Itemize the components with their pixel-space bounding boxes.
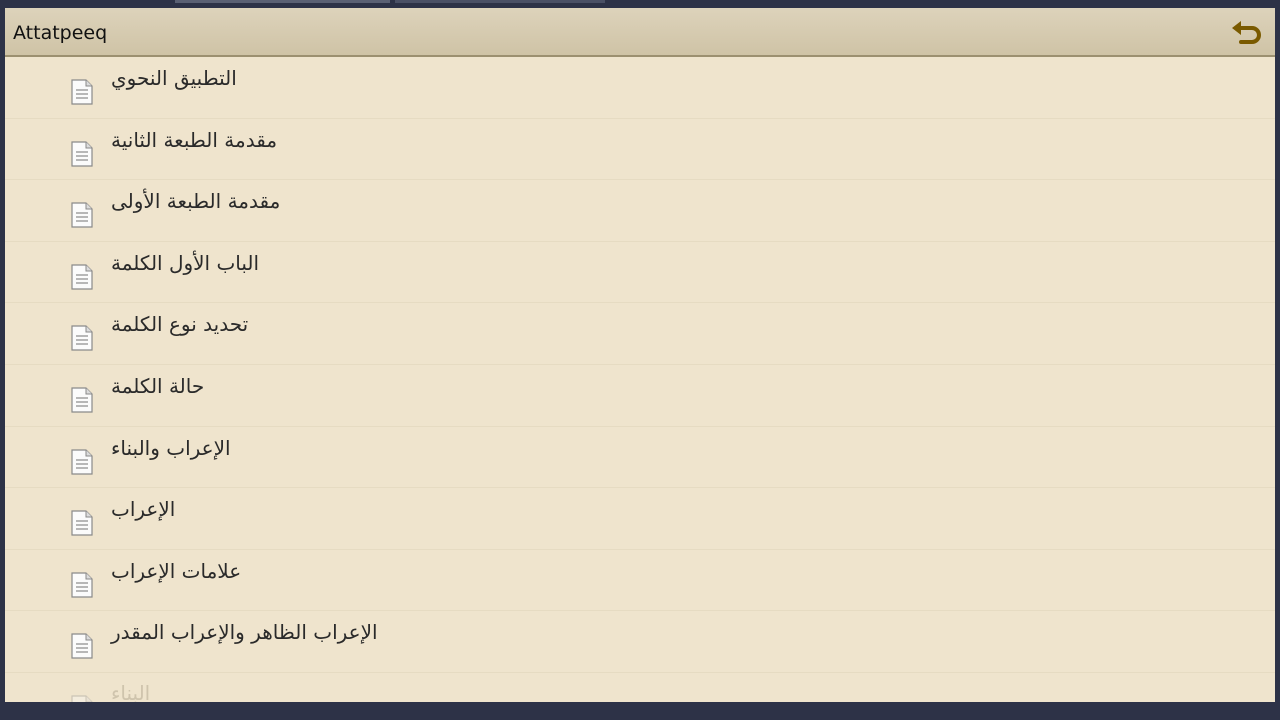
top-status-strip	[0, 0, 1280, 8]
document-icon	[71, 325, 93, 351]
title-bar: Attatpeeq	[5, 8, 1275, 57]
list-item[interactable]: علامات الإعراب	[5, 550, 1275, 612]
document-icon	[71, 387, 93, 413]
app-title: Attatpeeq	[13, 22, 108, 44]
list-item[interactable]: حالة الكلمة	[5, 365, 1275, 427]
list-item[interactable]: الإعراب الظاهر والإعراب المقدر	[5, 611, 1275, 673]
list-item-label: مقدمة الطبعة الثانية	[111, 127, 278, 152]
app-window: Attatpeeq التطبيق النحوي مقدمة الطبعة ال…	[5, 8, 1275, 702]
list-item-label: الإعراب الظاهر والإعراب المقدر	[111, 620, 378, 645]
list-item-label: حالة الكلمة	[111, 373, 205, 398]
list-item-label: التطبيق النحوي	[111, 66, 237, 90]
list-item-label: الإعراب	[111, 497, 176, 522]
document-icon	[71, 264, 93, 290]
list-item[interactable]: تحديد نوع الكلمة	[5, 303, 1275, 365]
list-item[interactable]: مقدمة الطبعة الأولى	[5, 180, 1275, 242]
document-icon	[71, 633, 93, 659]
list-item-label: تحديد نوع الكلمة	[111, 312, 249, 337]
document-icon	[71, 79, 93, 105]
list-item-label: البناء	[111, 680, 151, 702]
document-icon	[71, 140, 93, 167]
list-item-label: علامات الإعراب	[111, 558, 242, 583]
document-icon	[71, 510, 93, 536]
list-item[interactable]: البناء	[5, 673, 1275, 702]
document-icon	[71, 572, 93, 598]
list-item[interactable]: الباب الأول الكلمة	[5, 242, 1275, 304]
list-item-label: الإعراب والبناء	[111, 435, 231, 460]
list-item[interactable]: مقدمة الطبعة الثانية	[5, 119, 1275, 181]
chapter-list: التطبيق النحوي مقدمة الطبعة الثانية مقدم…	[5, 57, 1275, 702]
back-button[interactable]	[1229, 16, 1265, 48]
system-nav-bar	[0, 702, 1280, 720]
document-icon	[71, 202, 93, 228]
status-strip-highlight	[395, 0, 605, 3]
list-item-label: الباب الأول الكلمة	[111, 250, 260, 275]
list-item-label: مقدمة الطبعة الأولى	[111, 189, 281, 214]
list-item[interactable]: الإعراب والبناء	[5, 427, 1275, 489]
document-icon	[71, 448, 93, 475]
document-icon	[71, 695, 93, 702]
status-strip-highlight	[175, 0, 390, 3]
list-item[interactable]: الإعراب	[5, 488, 1275, 550]
back-arrow-icon	[1232, 21, 1261, 44]
list-item[interactable]: التطبيق النحوي	[5, 57, 1275, 119]
